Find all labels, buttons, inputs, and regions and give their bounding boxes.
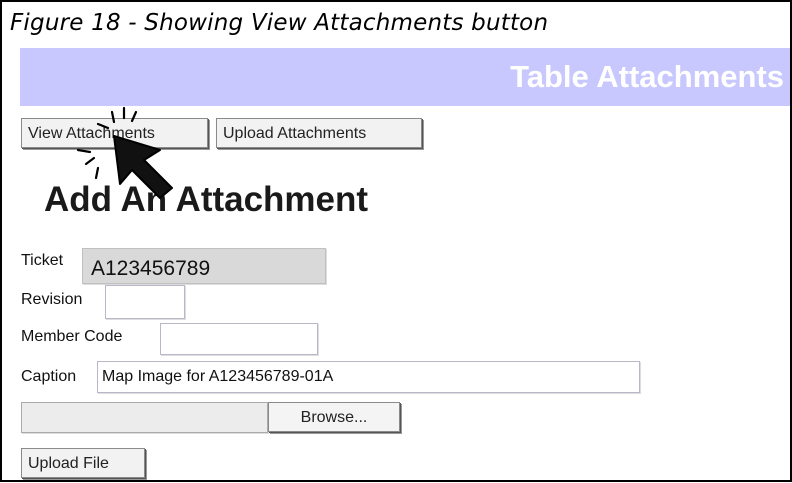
caption-input[interactable]: Map Image for A123456789-01A (97, 361, 640, 393)
caption-label: Caption (21, 368, 77, 385)
upload-file-button[interactable]: Upload File (21, 448, 145, 478)
member-code-input[interactable] (160, 323, 318, 355)
header-bar: Table Attachments (20, 48, 790, 106)
upload-attachments-button[interactable]: Upload Attachments (216, 118, 422, 148)
revision-input[interactable] (105, 285, 185, 319)
file-path-field[interactable] (21, 402, 268, 433)
revision-label: Revision (21, 291, 83, 308)
figure-frame: Figure 18 - Showing View Attachments but… (0, 0, 792, 482)
mouse-pointer-arrow-click-icon (76, 106, 173, 199)
figure-caption: Figure 18 - Showing View Attachments but… (10, 10, 549, 36)
browse-button[interactable]: Browse... (268, 402, 400, 432)
page-title: Table Attachments (510, 59, 784, 94)
ticket-field: A123456789 (82, 248, 326, 284)
member-code-label: Member Code (21, 328, 123, 345)
ticket-label: Ticket (21, 252, 64, 269)
